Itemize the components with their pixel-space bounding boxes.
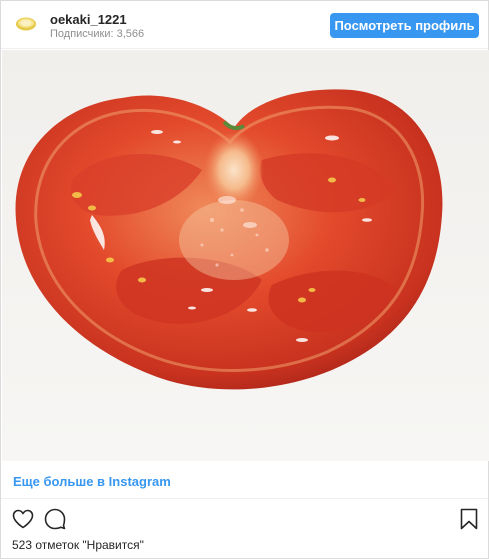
more-row: Еще больше в Instagram: [1, 461, 488, 499]
heart-icon[interactable]: [11, 507, 35, 531]
follower-count: Подписчики: 3,566: [50, 28, 145, 40]
post-header: oekaki_1221 Подписчики: 3,566 Посмотреть…: [1, 1, 488, 49]
comment-icon[interactable]: [43, 507, 67, 531]
avatar[interactable]: [13, 11, 39, 37]
tomato-image: [2, 50, 489, 461]
post-image[interactable]: [2, 50, 489, 461]
lemon-avatar-icon: [13, 11, 39, 37]
view-profile-button[interactable]: Посмотреть профиль: [330, 13, 479, 38]
bookmark-icon[interactable]: [457, 507, 481, 531]
instagram-embed: oekaki_1221 Подписчики: 3,566 Посмотреть…: [0, 0, 489, 559]
like-count: 523 отметок "Нравится": [12, 538, 144, 552]
comment-icon-svg: [44, 508, 66, 530]
username[interactable]: oekaki_1221: [50, 12, 127, 27]
more-on-instagram-link[interactable]: Еще больше в Instagram: [13, 474, 171, 489]
bookmark-icon-svg: [460, 508, 478, 530]
heart-icon-svg: [12, 509, 34, 529]
